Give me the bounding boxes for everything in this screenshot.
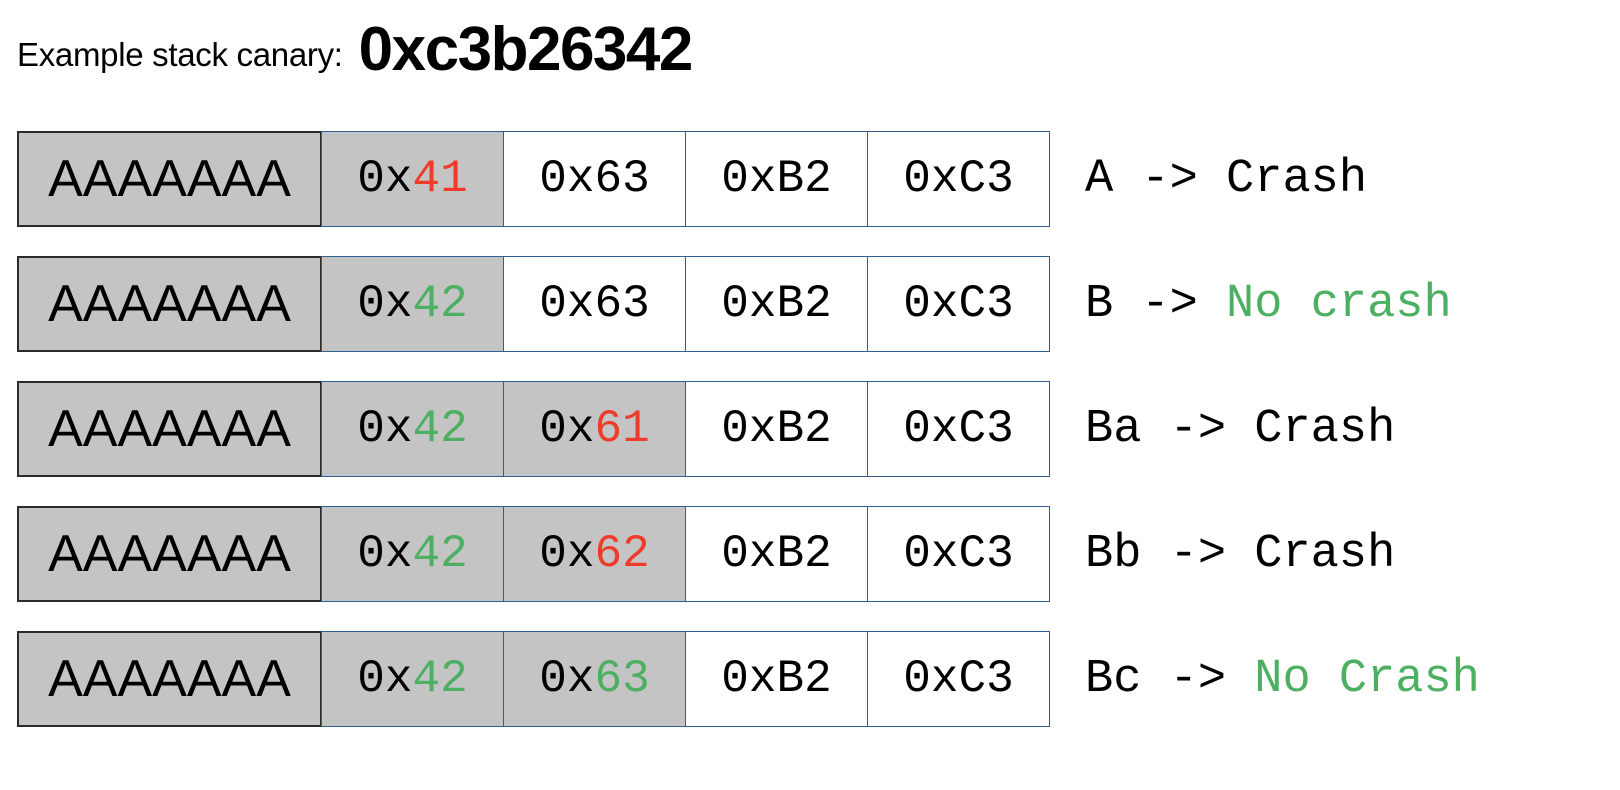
- memory-cells: AAAAAAA 0x 42 0x 62 0x B2 0x C3: [17, 506, 1050, 602]
- annotation-input: Bb: [1085, 527, 1142, 581]
- byte-value: C3: [958, 528, 1014, 580]
- memory-cells: AAAAAAA 0x 42 0x 63 0x B2 0x C3: [17, 256, 1050, 352]
- canary-value: 0xc3b26342: [358, 15, 694, 84]
- byte-cell: 0x C3: [867, 381, 1050, 477]
- byte-value: C3: [958, 653, 1014, 705]
- byte-value: C3: [958, 153, 1014, 205]
- annotation-arrow-icon: ->: [1141, 527, 1255, 581]
- row-annotation: Bb -> Crash: [1085, 506, 1395, 602]
- byte-prefix: 0x: [903, 403, 959, 455]
- byte-cell: 0x 63: [503, 131, 686, 227]
- byte-prefix: 0x: [539, 278, 595, 330]
- byte-prefix: 0x: [721, 653, 777, 705]
- byte-value: C3: [958, 403, 1014, 455]
- annotation-result: Crash: [1254, 402, 1396, 456]
- byte-prefix: 0x: [721, 278, 777, 330]
- byte-cell: 0x 41: [321, 131, 504, 227]
- byte-value: 62: [594, 528, 650, 580]
- byte-prefix: 0x: [539, 403, 595, 455]
- memory-row: AAAAAAA 0x 41 0x 63 0x B2 0x C3 A -> Crash: [0, 131, 1620, 227]
- byte-prefix: 0x: [903, 528, 959, 580]
- annotation-arrow-icon: ->: [1141, 402, 1255, 456]
- buffer-cell: AAAAAAA: [17, 131, 322, 227]
- byte-prefix: 0x: [357, 653, 413, 705]
- byte-prefix: 0x: [903, 153, 959, 205]
- byte-value: 63: [594, 278, 650, 330]
- byte-value: 63: [594, 653, 650, 705]
- annotation-input: Bc: [1085, 652, 1142, 706]
- byte-prefix: 0x: [357, 528, 413, 580]
- byte-cell: 0x C3: [867, 506, 1050, 602]
- byte-value: 41: [412, 153, 468, 205]
- byte-cell: 0x C3: [867, 256, 1050, 352]
- byte-prefix: 0x: [357, 403, 413, 455]
- annotation-result: Crash: [1254, 527, 1396, 581]
- row-annotation: A -> Crash: [1085, 131, 1367, 227]
- byte-cell: 0x 63: [503, 631, 686, 727]
- annotation-result: Crash: [1226, 152, 1368, 206]
- byte-value: 42: [412, 278, 468, 330]
- byte-cell: 0x B2: [685, 131, 868, 227]
- memory-cells: AAAAAAA 0x 42 0x 63 0x B2 0x C3: [17, 631, 1050, 727]
- byte-cell: 0x 61: [503, 381, 686, 477]
- byte-prefix: 0x: [357, 278, 413, 330]
- annotation-arrow-icon: ->: [1113, 152, 1227, 206]
- byte-cell: 0x 63: [503, 256, 686, 352]
- byte-cell: 0x 42: [321, 506, 504, 602]
- byte-prefix: 0x: [903, 278, 959, 330]
- memory-row: AAAAAAA 0x 42 0x 63 0x B2 0x C3 Bc -> No Crash: [0, 631, 1620, 727]
- byte-prefix: 0x: [539, 153, 595, 205]
- buffer-cell: AAAAAAA: [17, 631, 322, 727]
- byte-cell: 0x 42: [321, 256, 504, 352]
- byte-cell: 0x C3: [867, 131, 1050, 227]
- byte-value: 61: [594, 403, 650, 455]
- byte-value: 42: [412, 403, 468, 455]
- memory-row: AAAAAAA 0x 42 0x 63 0x B2 0x C3 B -> No crash: [0, 256, 1620, 352]
- annotation-input: A: [1085, 152, 1114, 206]
- row-annotation: B -> No crash: [1085, 256, 1452, 352]
- byte-prefix: 0x: [903, 653, 959, 705]
- annotation-input: Ba: [1085, 402, 1142, 456]
- byte-cell: 0x B2: [685, 256, 868, 352]
- byte-value: B2: [776, 153, 832, 205]
- overflow-rows-list: AAAAAAA 0x 41 0x 63 0x B2 0x C3 A -> Crash AAAAAAA…: [0, 131, 1620, 727]
- byte-value: C3: [958, 278, 1014, 330]
- byte-cell: 0x 62: [503, 506, 686, 602]
- annotation-arrow-icon: ->: [1141, 652, 1255, 706]
- byte-value: B2: [776, 528, 832, 580]
- annotation-result: No crash: [1226, 277, 1452, 331]
- byte-prefix: 0x: [539, 528, 595, 580]
- byte-cell: 0x B2: [685, 631, 868, 727]
- byte-value: B2: [776, 403, 832, 455]
- byte-prefix: 0x: [357, 153, 413, 205]
- buffer-cell: AAAAAAA: [17, 506, 322, 602]
- annotation-arrow-icon: ->: [1113, 277, 1227, 331]
- byte-prefix: 0x: [721, 153, 777, 205]
- byte-cell: 0x 42: [321, 381, 504, 477]
- byte-prefix: 0x: [721, 403, 777, 455]
- byte-cell: 0x C3: [867, 631, 1050, 727]
- byte-value: 63: [594, 153, 650, 205]
- buffer-cell: AAAAAAA: [17, 381, 322, 477]
- byte-value: 42: [412, 653, 468, 705]
- byte-cell: 0x 42: [321, 631, 504, 727]
- memory-row: AAAAAAA 0x 42 0x 62 0x B2 0x C3 Bb -> Crash: [0, 506, 1620, 602]
- memory-row: AAAAAAA 0x 42 0x 61 0x B2 0x C3 Ba -> Crash: [0, 381, 1620, 477]
- canary-title: Example stack canary: 0xc3b26342: [17, 10, 693, 84]
- byte-cell: 0x B2: [685, 381, 868, 477]
- annotation-input: B: [1085, 277, 1114, 331]
- byte-value: B2: [776, 653, 832, 705]
- byte-prefix: 0x: [721, 528, 777, 580]
- byte-value: 42: [412, 528, 468, 580]
- byte-prefix: 0x: [539, 653, 595, 705]
- canary-title-label: Example stack canary:: [17, 36, 343, 73]
- annotation-result: No Crash: [1254, 652, 1480, 706]
- byte-cell: 0x B2: [685, 506, 868, 602]
- byte-value: B2: [776, 278, 832, 330]
- memory-cells: AAAAAAA 0x 41 0x 63 0x B2 0x C3: [17, 131, 1050, 227]
- memory-cells: AAAAAAA 0x 42 0x 61 0x B2 0x C3: [17, 381, 1050, 477]
- row-annotation: Bc -> No Crash: [1085, 631, 1480, 727]
- row-annotation: Ba -> Crash: [1085, 381, 1395, 477]
- buffer-cell: AAAAAAA: [17, 256, 322, 352]
